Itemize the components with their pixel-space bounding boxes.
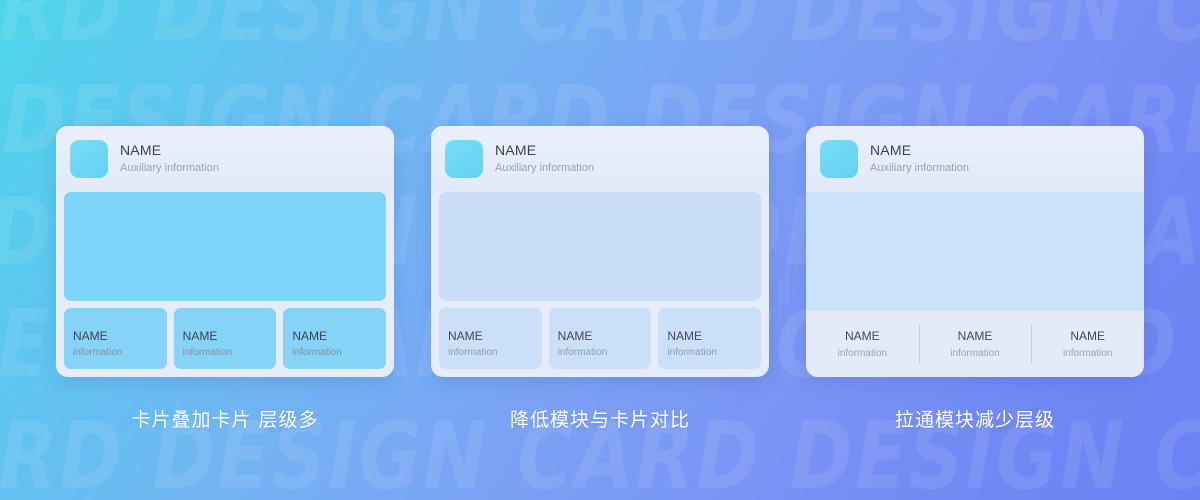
card-header-text: NAME Auxiliary information <box>870 142 969 176</box>
card-header-text: NAME Auxiliary information <box>120 142 219 176</box>
card-header: NAME Auxiliary information <box>431 126 769 192</box>
design-comparison-canvas: CARD DESIGN CARD DESIGN CARD DESIGN CARD… <box>0 0 1200 500</box>
tile-item[interactable]: NAME information <box>548 308 652 369</box>
tile-item[interactable]: NAME information <box>806 311 919 377</box>
tile-subtitle: information <box>292 347 342 358</box>
card-column-low-contrast: NAME Auxiliary information NAME informat… <box>431 126 769 500</box>
card-column-stacked: NAME Auxiliary information NAME informat… <box>56 126 394 500</box>
tile-title: NAME <box>73 329 108 343</box>
tile-subtitle: information <box>557 347 608 358</box>
card-subtitle: Auxiliary information <box>120 162 220 174</box>
tile-item[interactable]: NAME information <box>64 308 167 369</box>
card-body: NAME information NAME information NAME i… <box>56 192 394 377</box>
tile-item[interactable]: NAME information <box>658 308 762 369</box>
tile-row: NAME information NAME information NAME i… <box>439 308 762 369</box>
card-full-bleed[interactable]: NAME Auxiliary information NAME informat… <box>806 126 1144 377</box>
card-title: NAME <box>870 142 912 158</box>
card-title: NAME <box>120 142 162 158</box>
tile-title: NAME <box>557 329 593 343</box>
tile-title: NAME <box>845 328 880 343</box>
card-low-contrast[interactable]: NAME Auxiliary information NAME informat… <box>431 126 769 377</box>
tile-subtitle: information <box>1062 347 1113 359</box>
card-body: NAME information NAME information NAME i… <box>431 192 769 377</box>
avatar <box>820 140 858 178</box>
card-column-full-bleed: NAME Auxiliary information NAME informat… <box>806 126 1144 500</box>
tile-subtitle: information <box>667 347 717 358</box>
tile-subtitle: information <box>182 347 233 358</box>
card-stacked[interactable]: NAME Auxiliary information NAME informat… <box>56 126 394 377</box>
tile-item[interactable]: NAME information <box>283 308 387 369</box>
card-subtitle: Auxiliary information <box>495 162 595 174</box>
tile-item[interactable]: NAME information <box>439 308 542 369</box>
avatar <box>445 140 483 178</box>
hero-module[interactable] <box>806 192 1144 311</box>
tile-row: NAME information NAME information NAME i… <box>806 311 1144 377</box>
card-caption: 拉通模块减少层级 <box>894 409 1055 431</box>
tile-subtitle: information <box>837 347 888 359</box>
card-header: NAME Auxiliary information <box>56 126 394 192</box>
tile-item[interactable]: NAME information <box>1031 311 1144 377</box>
tile-subtitle: information <box>950 347 1000 359</box>
avatar <box>70 140 108 178</box>
card-title: NAME <box>495 142 537 158</box>
card-subtitle: Auxiliary information <box>870 162 970 174</box>
tile-subtitle: information <box>73 347 123 358</box>
card-header-text: NAME Auxiliary information <box>495 142 594 176</box>
tile-title: NAME <box>957 328 993 343</box>
tile-item[interactable]: NAME information <box>918 311 1032 377</box>
tile-subtitle: information <box>448 347 498 358</box>
tile-title: NAME <box>1070 328 1106 343</box>
card-caption: 降低模块与卡片对比 <box>509 409 690 431</box>
tile-title: NAME <box>667 329 703 343</box>
tile-row: NAME information NAME information NAME i… <box>64 308 387 369</box>
hero-module[interactable] <box>439 192 761 301</box>
tile-item[interactable]: NAME information <box>173 308 277 369</box>
hero-module[interactable] <box>64 192 386 301</box>
card-header: NAME Auxiliary information <box>806 126 1144 192</box>
tile-title: NAME <box>182 329 218 343</box>
tile-title: NAME <box>448 329 483 343</box>
card-body: NAME information NAME information NAME i… <box>806 192 1144 377</box>
card-columns: NAME Auxiliary information NAME informat… <box>0 0 1200 500</box>
tile-title: NAME <box>292 329 328 343</box>
card-caption: 卡片叠加卡片 层级多 <box>131 409 319 431</box>
